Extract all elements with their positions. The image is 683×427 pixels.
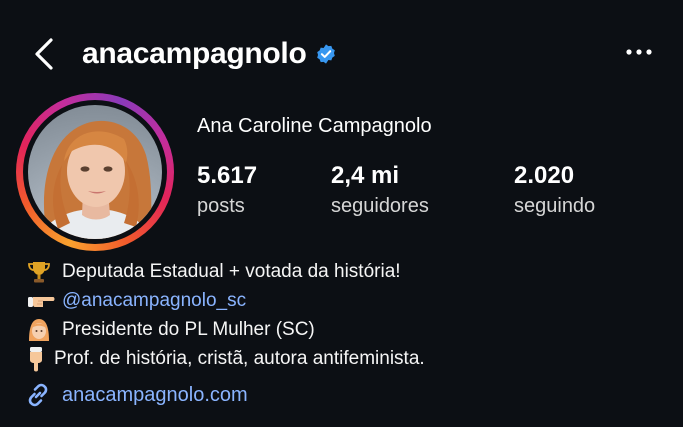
avatar-frame — [23, 100, 167, 244]
bio-line: Prof. de história, cristã, autora antife… — [26, 344, 425, 373]
bio-line: @anacampagnolo_sc — [26, 286, 425, 315]
bio-mention-link[interactable]: @anacampagnolo_sc — [62, 286, 246, 315]
woman-emoji-icon — [26, 317, 56, 343]
profile-bio: Deputada Estadual + votada da história! … — [26, 257, 425, 373]
bio-text: Deputada Estadual + votada da história! — [62, 261, 401, 282]
following-count: 2.020 — [514, 162, 575, 189]
more-dots-icon — [626, 49, 652, 55]
back-button[interactable] — [30, 34, 60, 74]
link-text[interactable]: anacampagnolo.com — [62, 384, 248, 407]
avatar — [28, 105, 162, 239]
pointing-down-emoji-icon — [26, 346, 50, 372]
posts-count: 5.617 — [197, 162, 258, 189]
following-label: seguindo — [514, 195, 596, 217]
followers-stat[interactable]: 2,4 mi seguidores — [331, 162, 429, 220]
posts-label: posts — [197, 195, 245, 217]
external-link[interactable]: anacampagnolo.com — [24, 381, 248, 409]
following-stat[interactable]: 2.020 seguindo — [514, 162, 595, 220]
username: anacampagnolo — [82, 37, 307, 70]
followers-label: seguidores — [331, 195, 429, 217]
link-icon — [28, 383, 48, 407]
bio-line: Presidente do PL Mulher (SC) — [26, 315, 425, 344]
bio-line: Deputada Estadual + votada da história! — [26, 257, 425, 286]
bio-text: Presidente do PL Mulher (SC) — [62, 319, 315, 340]
followers-count: 2,4 mi — [331, 162, 400, 189]
pointing-right-emoji-icon — [26, 288, 56, 314]
verified-badge-icon — [315, 43, 337, 65]
username-title: anacampagnolo — [82, 32, 337, 76]
profile-full-name: Ana Caroline Campagnolo — [197, 115, 432, 137]
avatar-story-ring[interactable] — [16, 93, 174, 251]
profile-header: anacampagnolo — [0, 0, 683, 100]
more-options-button[interactable] — [624, 40, 656, 64]
bio-text: Prof. de história, cristã, autora antife… — [54, 348, 425, 369]
posts-stat[interactable]: 5.617 posts — [197, 162, 257, 220]
trophy-emoji-icon — [26, 259, 56, 285]
chevron-left-icon — [35, 38, 53, 70]
